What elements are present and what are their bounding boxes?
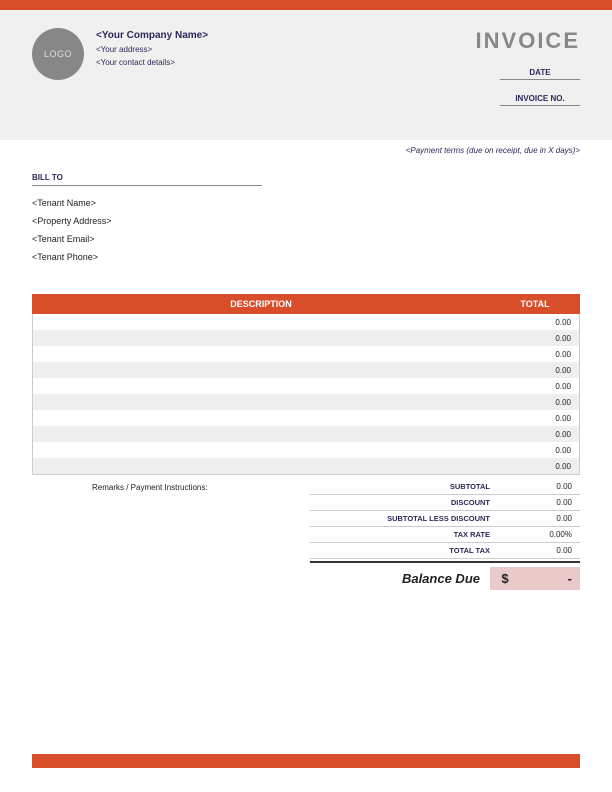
row-total: 0.00 [489, 462, 579, 471]
payment-terms: <Payment terms (due on receipt, due in X… [0, 140, 612, 155]
balance-row: Balance Due $ - [310, 561, 580, 590]
company-block: LOGO <Your Company Name> <Your address> … [32, 28, 208, 116]
content-area: BILL TO <Tenant Name> <Property Address>… [0, 155, 612, 590]
bill-to-lines: <Tenant Name> <Property Address> <Tenant… [32, 194, 580, 266]
tax-rate-row: TAX RATE 0.00% [310, 527, 580, 543]
items-table: DESCRIPTION TOTAL 0.000.000.000.000.000.… [32, 294, 580, 475]
table-row: 0.00 [33, 410, 579, 426]
table-row: 0.00 [33, 442, 579, 458]
tax-rate-value: 0.00% [500, 530, 580, 539]
tenant-email: <Tenant Email> [32, 230, 580, 248]
company-text: <Your Company Name> <Your address> <Your… [96, 28, 208, 116]
tenant-address: <Property Address> [32, 212, 580, 230]
discount-row: DISCOUNT 0.00 [310, 495, 580, 511]
row-total: 0.00 [489, 350, 579, 359]
row-total: 0.00 [489, 382, 579, 391]
invoice-number-label: INVOICE NO. [500, 90, 580, 106]
discount-label: DISCOUNT [310, 498, 500, 507]
balance-label: Balance Due [402, 571, 490, 586]
table-row: 0.00 [33, 330, 579, 346]
total-tax-row: TOTAL TAX 0.00 [310, 543, 580, 559]
discount-value: 0.00 [500, 498, 580, 507]
row-total: 0.00 [489, 318, 579, 327]
summary-area: Remarks / Payment Instructions: SUBTOTAL… [32, 479, 580, 590]
row-total: 0.00 [489, 334, 579, 343]
table-row: 0.00 [33, 458, 579, 474]
row-total: 0.00 [489, 414, 579, 423]
balance-value: - [520, 567, 580, 590]
logo-placeholder: LOGO [32, 28, 84, 80]
table-row: 0.00 [33, 426, 579, 442]
row-total: 0.00 [489, 430, 579, 439]
company-name: <Your Company Name> [96, 30, 208, 41]
items-header: DESCRIPTION TOTAL [32, 294, 580, 314]
subtotal-row: SUBTOTAL 0.00 [310, 479, 580, 495]
invoice-title: INVOICE [476, 28, 580, 54]
row-total: 0.00 [489, 446, 579, 455]
date-label: DATE [500, 64, 580, 80]
top-accent-bar [0, 0, 612, 10]
less-discount-value: 0.00 [500, 514, 580, 523]
tenant-phone: <Tenant Phone> [32, 248, 580, 266]
row-total: 0.00 [489, 398, 579, 407]
table-row: 0.00 [33, 314, 579, 330]
header-description: DESCRIPTION [32, 294, 490, 314]
total-tax-label: TOTAL TAX [310, 546, 500, 555]
table-row: 0.00 [33, 378, 579, 394]
tax-rate-label: TAX RATE [310, 530, 500, 539]
remarks-label: Remarks / Payment Instructions: [32, 479, 310, 590]
table-row: 0.00 [33, 394, 579, 410]
totals-block: SUBTOTAL 0.00 DISCOUNT 0.00 SUBTOTAL LES… [310, 479, 580, 590]
subtotal-label: SUBTOTAL [310, 482, 500, 491]
bill-to-label: BILL TO [32, 173, 262, 186]
items-body: 0.00 0.00 0.00 0.00 0.00 0.00 0.00 0.00 0.00 0.00 [32, 314, 580, 475]
table-row: 0.00 [33, 346, 579, 362]
less-discount-row: SUBTOTAL LESS DISCOUNT 0.00 [310, 511, 580, 527]
header-total: TOTAL [490, 294, 580, 314]
tenant-name: <Tenant Name> [32, 194, 580, 212]
invoice-meta: INVOICE DATE INVOICE NO. [476, 28, 580, 116]
bottom-accent-bar [32, 754, 580, 768]
table-row: 0.00 [33, 362, 579, 378]
header-panel: LOGO <Your Company Name> <Your address> … [0, 10, 612, 140]
company-address: <Your address> [96, 45, 208, 54]
total-tax-value: 0.00 [500, 546, 580, 555]
company-contact: <Your contact details> [96, 58, 208, 67]
balance-currency: $ [490, 567, 520, 590]
row-total: 0.00 [489, 366, 579, 375]
subtotal-value: 0.00 [500, 482, 580, 491]
less-discount-label: SUBTOTAL LESS DISCOUNT [310, 514, 500, 523]
